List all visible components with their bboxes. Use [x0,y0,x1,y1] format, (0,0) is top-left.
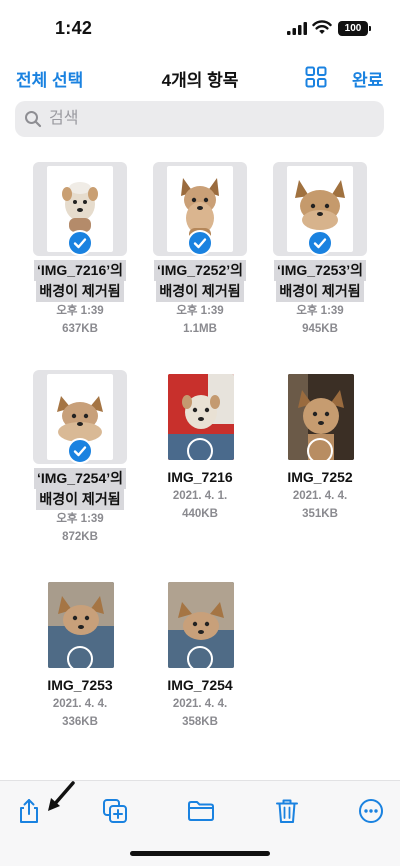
done-button[interactable]: 완료 [352,66,383,91]
file-item[interactable]: ‘IMG_7254’의 배경이 제거됨 오후 1:39 872KB [15,370,145,550]
move-folder-icon[interactable] [187,797,215,825]
file-item[interactable]: ‘IMG_7216’의 배경이 제거됨 오후 1:39 637KB [15,162,145,342]
file-item[interactable]: IMG_7216 2021. 4. 1. 440KB [135,370,265,530]
file-size: 351KB [302,508,338,520]
file-size: 872KB [62,531,98,543]
more-icon[interactable] [357,797,385,825]
file-date: 오후 1:39 [296,305,344,317]
file-date: 2021. 4. 4. [52,698,108,710]
file-name-line2: 배경이 제거됨 [156,281,244,302]
file-item[interactable]: IMG_7254 2021. 4. 4. 358KB [135,578,265,738]
file-item[interactable]: IMG_7252 2021. 4. 4. 351KB [255,370,385,530]
file-name-line1: ‘IMG_7216’의 [33,260,127,281]
page-title: 4개의 항목 [161,71,239,90]
wifi-icon [312,20,332,34]
navigation-bar: 전체 선택 4개의 항목 완료 [0,60,400,96]
unselected-circle-icon[interactable] [187,438,213,464]
file-size: 945KB [302,323,338,335]
unselected-circle-icon[interactable] [307,438,333,464]
home-indicator [130,851,270,856]
unselected-circle-icon[interactable] [187,646,213,672]
file-date: 2021. 4. 4. [172,698,228,710]
status-time: 1:42 [55,18,93,38]
file-item[interactable]: IMG_7253 2021. 4. 4. 336KB [15,578,145,738]
file-date: 오후 1:39 [56,305,104,317]
file-size: 336KB [62,716,98,728]
file-name: IMG_7253 [47,677,113,693]
file-item[interactable]: ‘IMG_7253’의 배경이 제거됨 오후 1:39 945KB [255,162,385,342]
file-name: IMG_7216 [167,469,233,485]
selected-checkmark-icon[interactable] [307,230,333,256]
file-item[interactable]: ‘IMG_7252’의 배경이 제거됨 오후 1:39 1.1MB [135,162,265,342]
file-name-line2: 배경이 제거됨 [36,489,124,510]
battery-tip [369,26,371,31]
selected-checkmark-icon[interactable] [187,230,213,256]
file-date: 오후 1:39 [176,305,224,317]
unselected-circle-icon[interactable] [67,646,93,672]
file-name-line2: 배경이 제거됨 [36,281,124,302]
file-name-line2: 배경이 제거됨 [276,281,364,302]
file-size: 637KB [62,323,98,335]
share-icon[interactable] [15,797,43,825]
status-bar: 1:42 100 [0,0,400,56]
cellular-signal-icon [287,22,307,35]
file-date: 2021. 4. 4. [292,490,348,502]
grid-view-icon[interactable] [305,66,327,88]
selected-checkmark-icon[interactable] [67,438,93,464]
file-name-line1: ‘IMG_7252’의 [153,260,247,281]
annotation-arrow-icon [48,781,75,811]
file-name: IMG_7254 [167,677,233,693]
file-size: 1.1MB [183,323,217,335]
file-name-line1: ‘IMG_7253’의 [273,260,367,281]
file-date: 오후 1:39 [56,513,104,525]
trash-icon[interactable] [273,797,301,825]
file-name-line1: ‘IMG_7254’의 [33,468,127,489]
file-date: 2021. 4. 1. [172,490,228,502]
file-name: IMG_7252 [287,469,353,485]
selected-checkmark-icon[interactable] [67,230,93,256]
file-size: 358KB [182,716,218,728]
search-bar[interactable] [15,101,384,137]
battery-indicator: 100 [338,21,368,36]
search-input[interactable] [49,101,369,137]
search-icon [25,111,42,128]
file-size: 440KB [182,508,218,520]
duplicate-icon[interactable] [101,797,129,825]
